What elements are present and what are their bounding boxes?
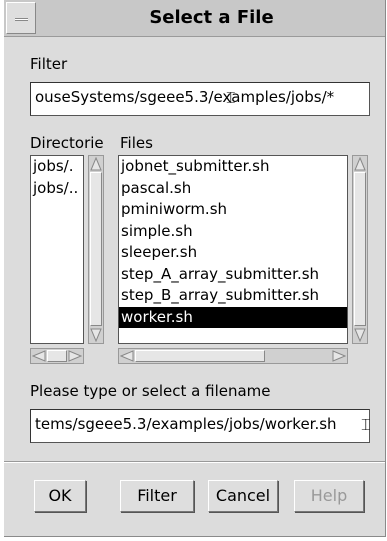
scroll-right-arrow-icon[interactable] — [68, 350, 82, 362]
files-horizontal-scrollbar[interactable] — [118, 348, 348, 364]
scroll-up-arrow-icon[interactable] — [354, 157, 366, 171]
scrollbar-thumb[interactable] — [135, 350, 265, 362]
cancel-button[interactable]: Cancel — [208, 480, 278, 512]
text-cursor-icon: ⌶ — [226, 88, 236, 107]
filter-label: Filter — [30, 55, 68, 73]
scroll-down-arrow-icon[interactable] — [90, 328, 102, 342]
files-vertical-scrollbar[interactable] — [352, 155, 368, 344]
list-item[interactable]: simple.sh — [119, 221, 347, 243]
filter-input-value: ouseSystems/sgeee5.3/examples/jobs/* — [35, 88, 335, 106]
scrollbar-thumb[interactable] — [90, 172, 102, 326]
help-button: Help — [294, 480, 364, 512]
filename-input-value: tems/sgeee5.3/examples/jobs/worker.sh — [35, 415, 337, 433]
list-item[interactable]: step_A_array_submitter.sh — [119, 264, 347, 286]
window-menu-icon — [15, 18, 28, 21]
directories-horizontal-scrollbar[interactable] — [30, 348, 84, 364]
list-item[interactable]: step_B_array_submitter.sh — [119, 285, 347, 307]
list-item[interactable]: jobs/. — [31, 156, 83, 178]
filter-button[interactable]: Filter — [120, 480, 194, 512]
scroll-up-arrow-icon[interactable] — [90, 157, 102, 171]
text-cursor-icon: ⌶ — [361, 415, 371, 434]
button-separator — [4, 461, 385, 463]
filename-input[interactable]: tems/sgeee5.3/examples/jobs/worker.sh — [30, 409, 370, 443]
list-item[interactable]: sleeper.sh — [119, 242, 347, 264]
directories-vertical-scrollbar[interactable] — [88, 155, 104, 344]
scroll-right-arrow-icon[interactable] — [332, 350, 346, 362]
list-item[interactable]: jobnet_submitter.sh — [119, 156, 347, 178]
filename-label: Please type or select a filename — [30, 382, 271, 400]
title-bar[interactable]: Select a File — [4, 0, 385, 37]
window-menu-button[interactable] — [6, 2, 36, 34]
filter-input[interactable]: ouseSystems/sgeee5.3/examples/jobs/* — [30, 82, 370, 116]
list-item[interactable]: pminiworm.sh — [119, 199, 347, 221]
list-item-selected[interactable]: worker.sh — [119, 306, 347, 328]
ok-button[interactable]: OK — [34, 480, 86, 512]
files-list[interactable]: jobnet_submitter.sh pascal.sh pminiworm.… — [118, 155, 348, 344]
scroll-left-arrow-icon[interactable] — [120, 350, 134, 362]
directories-list[interactable]: jobs/. jobs/.. — [30, 155, 84, 344]
scrollbar-thumb[interactable] — [354, 172, 366, 326]
list-item[interactable]: jobs/.. — [31, 178, 83, 200]
directories-label: Directorie — [30, 134, 104, 152]
scroll-down-arrow-icon[interactable] — [354, 328, 366, 342]
scroll-left-arrow-icon[interactable] — [32, 350, 46, 362]
files-label: Files — [120, 134, 153, 152]
file-selection-dialog: Select a File Filter ouseSystems/sgeee5.… — [4, 0, 386, 537]
list-item[interactable]: pascal.sh — [119, 178, 347, 200]
scrollbar-thumb[interactable] — [47, 350, 67, 362]
window-title: Select a File — [149, 7, 274, 28]
